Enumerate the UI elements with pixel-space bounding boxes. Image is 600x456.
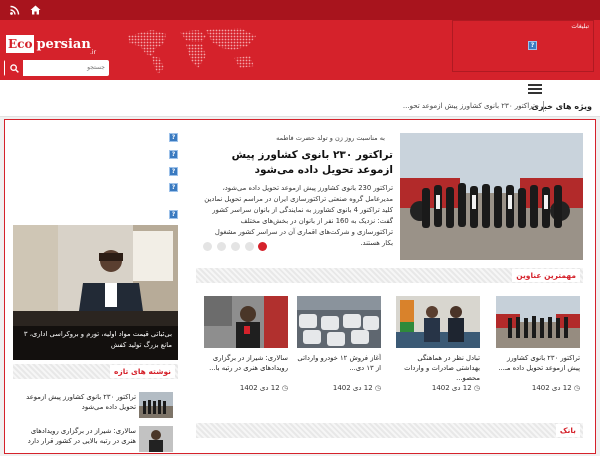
ticker-separator — [543, 101, 544, 112]
ticker-label: ویژه های خبری — [531, 102, 592, 111]
broken-image-icon: ? — [169, 150, 178, 159]
news-card-image — [396, 296, 480, 348]
broken-image-icon: ? — [169, 210, 178, 219]
headline-kicker: به مناسبت روز زن و تولد حضرت فاطمه — [276, 134, 385, 142]
important-titles-header: مهمترین عناوین — [196, 268, 583, 283]
news-card-title[interactable]: تراکتور ۲۳۰ بانوی کشاورز پیش ازموعد تحوی… — [496, 353, 580, 383]
nav-bar — [0, 80, 600, 99]
top-bar — [0, 0, 600, 20]
broken-image-icon: ? — [169, 167, 178, 176]
logo-persian: persian — [36, 36, 91, 52]
clock-icon: ◷ — [473, 384, 480, 392]
slider-dot-active[interactable] — [258, 242, 267, 251]
list-item-title[interactable]: تراکتور ۲۳۰ بانوی کشاورز پیش ازموعد تحوی… — [16, 392, 136, 412]
slider-dot[interactable] — [203, 242, 212, 251]
search-icon — [9, 63, 19, 73]
search-input[interactable] — [24, 61, 108, 74]
slider-dot[interactable] — [245, 242, 254, 251]
ad-banner[interactable]: تبلیغات ? — [452, 20, 594, 72]
world-map-graphic — [128, 28, 256, 74]
broken-image-icon: ? — [528, 41, 537, 50]
news-card-date: ◷ 12 دی 1402 — [297, 384, 381, 392]
important-titles-label: مهمترین عناوین — [512, 269, 580, 282]
clock-icon: ◷ — [374, 384, 381, 392]
home-icon[interactable] — [28, 3, 42, 17]
news-card-image — [297, 296, 381, 348]
news-card-image — [496, 296, 580, 348]
slider-dot[interactable] — [217, 242, 226, 251]
rss-icon[interactable] — [8, 3, 22, 17]
feature-caption[interactable]: بی‌ثباتی قیمت مواد اولیه، تورم و بروکراس… — [22, 329, 172, 351]
broken-image-icon: ? — [169, 133, 178, 142]
newest-posts-label: نوشته های تازه — [110, 365, 175, 378]
news-card[interactable]: تراکتور ۲۳۰ بانوی کشاورز پیش ازموعد تحوی… — [496, 296, 580, 392]
news-card[interactable]: سالاری: شیراز در برگزاری رویدادهای هنری … — [204, 296, 288, 392]
list-item[interactable]: سالاری: شیراز در برگزاری رویدادهای هنری … — [13, 426, 178, 456]
clock-icon: ◷ — [573, 384, 580, 392]
ad-label: تبلیغات — [571, 23, 589, 30]
news-card-date: ◷ 12 دی 1402 — [496, 384, 580, 392]
list-item-title[interactable]: سالاری: شیراز در برگزاری رویدادهای هنری … — [16, 426, 136, 446]
news-card[interactable]: تبادل نظر در هماهنگی بهداشتی صادرات و وا… — [396, 296, 480, 392]
news-card-title[interactable]: آغاز فروش ۱۲ خودرو وارداتی از ۱۳ دی... — [297, 353, 381, 383]
list-item[interactable]: تراکتور ۲۳۰ بانوی کشاورز پیش ازموعد تحوی… — [13, 392, 178, 422]
list-item-thumbnail — [139, 392, 173, 418]
clock-icon: ◷ — [281, 384, 288, 392]
headline-summary: تراکتور 230 بانوی کشاورز پیش ازموعد تحوی… — [204, 184, 393, 247]
news-card-date-text: 12 دی 1402 — [431, 384, 472, 392]
feature-caption-overlay: بی‌ثباتی قیمت مواد اولیه، تورم و بروکراس… — [13, 326, 178, 360]
bank-section-label: بانک — [555, 424, 580, 437]
headline-photo — [400, 133, 583, 260]
news-card-image — [204, 296, 288, 348]
news-card-date-text: 12 دی 1402 — [332, 384, 373, 392]
news-card-date-text: 12 دی 1402 — [531, 384, 572, 392]
newest-posts-header: نوشته های تازه — [13, 364, 178, 379]
logo-eco: Eco — [6, 35, 35, 53]
search-button[interactable] — [5, 60, 23, 76]
news-card-date: ◷ 12 دی 1402 — [396, 384, 480, 392]
news-card-title[interactable]: تبادل نظر در هماهنگی بهداشتی صادرات و وا… — [396, 353, 480, 383]
headline-image[interactable] — [400, 133, 583, 260]
menu-icon[interactable] — [528, 82, 542, 94]
news-card-date: ◷ 12 دی 1402 — [204, 384, 288, 392]
headline-title[interactable]: تراکتور ۲۳۰ بانوی کشاورز پیش ازموعد تحوی… — [198, 148, 393, 178]
logo-tld: .ir — [90, 49, 97, 56]
broken-image-icon: ? — [169, 183, 178, 192]
site-logo[interactable]: Eco persian .ir — [6, 34, 96, 56]
bank-section-header: بانک — [196, 423, 583, 438]
news-card[interactable]: آغاز فروش ۱۲ خودرو وارداتی از ۱۳ دی... ◷… — [297, 296, 381, 392]
news-card-date-text: 12 دی 1402 — [239, 384, 280, 392]
slider-dot[interactable] — [231, 242, 240, 251]
news-card-title[interactable]: سالاری: شیراز در برگزاری رویدادهای هنری … — [204, 353, 288, 383]
ticker-headline-link[interactable]: تراکتور ۲۳۰ بانوی کشاورز پیش ازموعد تحو.… — [403, 102, 535, 110]
list-item-thumbnail — [139, 426, 173, 452]
